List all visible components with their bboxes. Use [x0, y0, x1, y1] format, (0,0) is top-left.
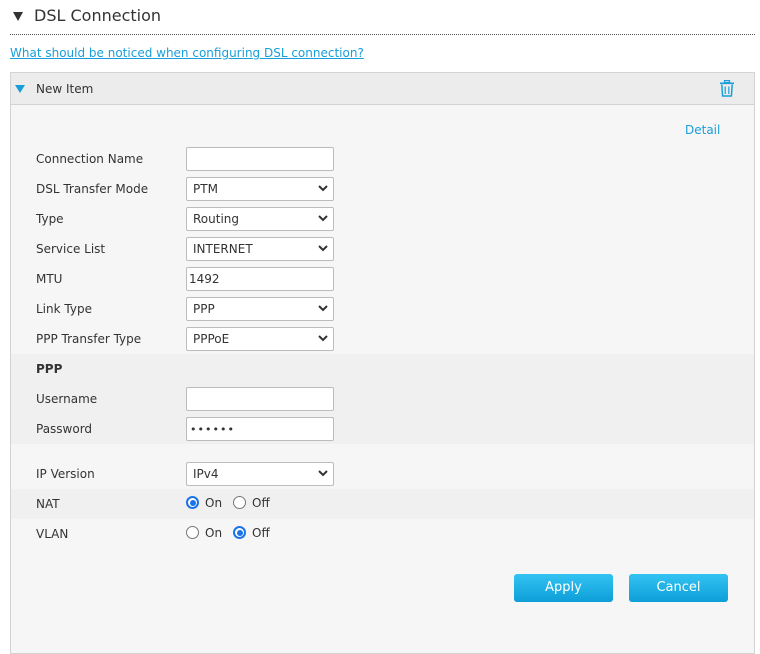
ppp-section-heading: PPP	[36, 362, 63, 376]
apply-button[interactable]: Apply	[514, 574, 613, 602]
ppp-transfer-type-value: PPPoE	[193, 332, 230, 346]
link-type-value: PPP	[193, 302, 215, 316]
vlan-on-label[interactable]: On	[205, 526, 222, 540]
dsl-transfer-mode-label: DSL Transfer Mode	[36, 182, 149, 196]
ip-version-label: IP Version	[36, 467, 95, 481]
section-header[interactable]: DSL Connection	[10, 0, 755, 35]
nat-on-label[interactable]: On	[205, 496, 222, 510]
chevron-down-icon	[318, 185, 328, 192]
mtu-label: MTU	[36, 272, 63, 286]
row-ppp-transfer-type: PPP Transfer Type PPPoE	[11, 324, 754, 354]
row-ip-version: IP Version IPv4	[11, 459, 754, 489]
vlan-off-label[interactable]: Off	[252, 526, 270, 540]
vlan-label: VLAN	[36, 527, 69, 541]
connection-name-label: Connection Name	[36, 152, 144, 166]
row-mtu: MTU	[11, 264, 754, 294]
link-type-select[interactable]: PPP	[186, 297, 334, 321]
dsl-transfer-mode-value: PTM	[193, 182, 218, 196]
nat-label: NAT	[36, 497, 60, 511]
cancel-button[interactable]: Cancel	[629, 574, 728, 602]
row-password: Password	[11, 414, 754, 444]
row-service-list: Service List INTERNET	[11, 234, 754, 264]
nat-off-radio[interactable]	[233, 496, 246, 509]
row-connection-name: Connection Name	[11, 144, 754, 174]
username-input[interactable]	[186, 387, 334, 411]
panel-header[interactable]: New Item	[11, 73, 754, 105]
row-ppp-heading: PPP	[11, 354, 754, 384]
panel-title: New Item	[36, 82, 94, 96]
type-select[interactable]: Routing	[186, 207, 334, 231]
row-vlan: VLAN On Off	[11, 519, 754, 549]
ppp-transfer-type-label: PPP Transfer Type	[36, 332, 142, 346]
row-username: Username	[11, 384, 754, 414]
row-nat: NAT On Off	[11, 489, 754, 519]
vlan-on-radio[interactable]	[186, 526, 199, 539]
trash-icon[interactable]	[719, 80, 735, 97]
service-list-value: INTERNET	[193, 242, 253, 256]
row-dsl-transfer-mode: DSL Transfer Mode PTM	[11, 174, 754, 204]
triangle-down-icon[interactable]	[13, 12, 23, 21]
service-list-select[interactable]: INTERNET	[186, 237, 334, 261]
ip-version-value: IPv4	[193, 467, 219, 481]
chevron-down-icon	[318, 305, 328, 312]
row-link-type: Link Type PPP	[11, 294, 754, 324]
new-item-panel: New Item Detail Connection Name DSL Tran…	[10, 72, 755, 654]
row-type: Type Routing	[11, 204, 754, 234]
type-value: Routing	[193, 212, 240, 226]
nat-off-label[interactable]: Off	[252, 496, 270, 510]
expand-triangle-icon[interactable]	[15, 85, 25, 93]
ppp-transfer-type-select[interactable]: PPPoE	[186, 327, 334, 351]
chevron-down-icon	[318, 215, 328, 222]
username-label: Username	[36, 392, 98, 406]
nat-on-radio[interactable]	[186, 496, 199, 509]
connection-name-input[interactable]	[186, 147, 334, 171]
section-title: DSL Connection	[34, 6, 162, 25]
ip-version-select[interactable]: IPv4	[186, 462, 334, 486]
chevron-down-icon	[318, 245, 328, 252]
detail-link[interactable]: Detail	[685, 123, 720, 137]
type-label: Type	[36, 212, 64, 226]
chevron-down-icon	[318, 335, 328, 342]
password-label: Password	[36, 422, 93, 436]
help-link[interactable]: What should be noticed when configuring …	[10, 46, 364, 60]
chevron-down-icon	[318, 470, 328, 477]
mtu-input[interactable]	[186, 267, 334, 291]
service-list-label: Service List	[36, 242, 106, 256]
password-input[interactable]	[186, 417, 334, 441]
dsl-transfer-mode-select[interactable]: PTM	[186, 177, 334, 201]
vlan-off-radio[interactable]	[233, 526, 246, 539]
link-type-label: Link Type	[36, 302, 92, 316]
